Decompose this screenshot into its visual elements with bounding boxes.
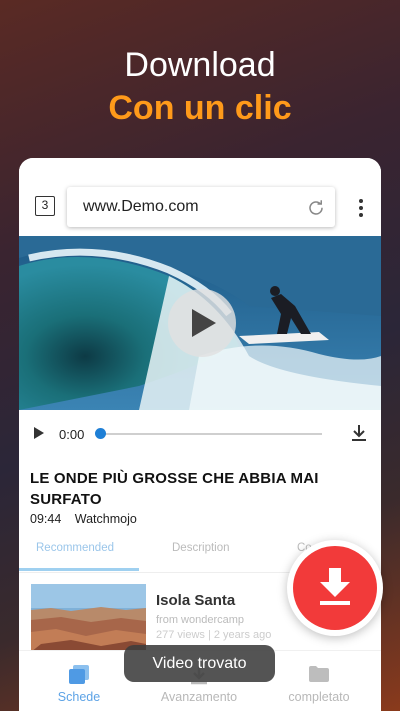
nav-label-completato: completato (288, 690, 350, 704)
reload-icon[interactable] (307, 198, 325, 216)
video-duration: 09:44 (30, 512, 62, 526)
download-fab-inner (293, 546, 377, 630)
url-field[interactable]: www.Demo.com (67, 187, 335, 227)
recommended-author: from wondercamp (156, 614, 245, 626)
nav-tab-completato[interactable]: completato (259, 651, 379, 711)
recommended-views: 277 views | 2 years ago (156, 629, 272, 641)
tabs-icon (69, 665, 89, 684)
video-frame[interactable] (19, 236, 381, 410)
video-channel: Watchmojo (74, 512, 137, 526)
nav-label-avanzamento: Avanzamento (160, 690, 238, 704)
download-fab-button[interactable] (287, 540, 383, 636)
play-overlay-button[interactable] (168, 289, 236, 357)
seek-handle[interactable] (95, 428, 106, 439)
video-title: LE ONDE PIÙ GROSSE CHE ABBIA MAI SURFATO (30, 470, 319, 508)
tab-recommended[interactable]: Recommended (36, 542, 114, 554)
play-icon (192, 309, 216, 337)
toast-message: Video trovato (124, 645, 275, 682)
download-icon[interactable] (351, 424, 367, 442)
player-controls: 0:00 (19, 410, 381, 458)
folder-icon (309, 666, 329, 682)
browser-toolbar: 3 www.Demo.com (19, 158, 381, 236)
more-menu-icon[interactable] (355, 198, 367, 218)
recommended-title[interactable]: Isola Santa (156, 592, 235, 609)
nav-tab-schede[interactable]: Schede (19, 651, 139, 711)
download-arrow-icon (320, 568, 350, 605)
url-text: www.Demo.com (83, 198, 199, 215)
current-time: 0:00 (59, 427, 85, 442)
play-icon[interactable] (33, 426, 45, 440)
nav-label-schede: Schede (57, 690, 101, 704)
video-meta: 09:44 Watchmojo (30, 512, 137, 526)
seek-bar[interactable] (100, 433, 322, 435)
tab-description[interactable]: Description (172, 542, 230, 554)
headline-line1: Download (124, 46, 276, 84)
canyon-thumbnail-image (31, 584, 146, 652)
tab-count-button[interactable]: 3 (35, 196, 55, 216)
recommended-thumbnail[interactable] (31, 584, 146, 652)
promo-headline: Download Con un clic (0, 44, 400, 130)
headline-line2: Con un clic (108, 89, 292, 127)
active-tab-indicator (19, 568, 139, 571)
